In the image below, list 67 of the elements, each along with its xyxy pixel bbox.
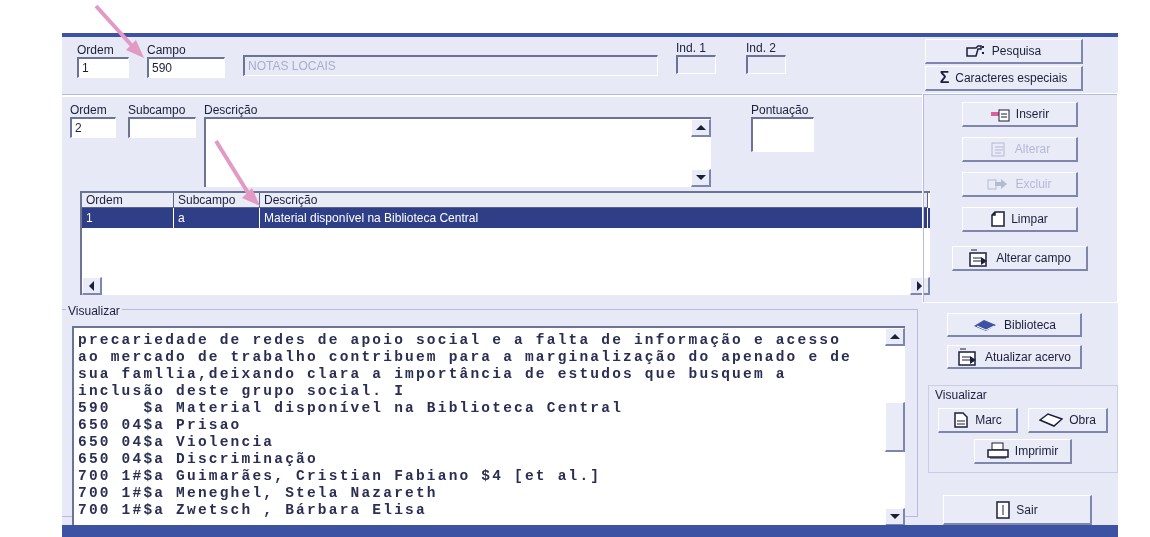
column-header[interactable]: Descrição (260, 193, 928, 208)
table-row[interactable]: 1 a Material disponível na Biblioteca Central (82, 208, 930, 228)
scroll-up-button[interactable] (691, 119, 711, 137)
field-label: Subcampo (128, 103, 187, 117)
toolbar-button[interactable]: Pesquisa (925, 39, 1083, 64)
text-line: 700 1#$a Zwetsch , Bárbara Elisa (78, 502, 428, 519)
door-icon (996, 500, 1011, 519)
scroll-up-button[interactable] (885, 328, 905, 346)
field-label: Ind. 1 (676, 41, 707, 55)
document-arrow-icon (989, 106, 1010, 122)
view-button[interactable]: Obra (1028, 408, 1108, 434)
action-button[interactable]: Atualizar acervo (947, 345, 1082, 370)
text-line: precariedade de redes de apoio social e a falta de informação e acesso (78, 332, 843, 349)
book-icon (972, 317, 998, 332)
field-label: Pontuação (751, 103, 810, 117)
text-line: 650 04$a Prisao (78, 417, 243, 434)
triangle-right-icon (917, 280, 922, 291)
text-field[interactable] (128, 117, 196, 138)
text-field[interactable]: 590 (147, 57, 225, 78)
description-textarea[interactable] (204, 117, 711, 187)
view-button[interactable]: Imprimir (974, 439, 1072, 465)
field-label: Ind. 2 (746, 41, 777, 55)
text-line: 700 1#$a Guimarães, Cristian Fabiano $4 [et al.] (78, 468, 603, 485)
text-line: inclusão deste grupo social. I (78, 383, 407, 400)
triangle-up-icon (889, 334, 900, 339)
text-line: ao mercado de trabalho contribuem para a marginalização do apenado e de (78, 349, 853, 366)
table-cell: 1 (82, 208, 174, 228)
edit-button[interactable]: Limpar (962, 207, 1078, 232)
column-header[interactable]: Ordem (82, 193, 174, 208)
exit-button[interactable]: Sair (943, 495, 1092, 525)
text-field[interactable]: 2 (70, 117, 116, 138)
triangle-left-icon (89, 280, 94, 291)
scroll-thumb[interactable] (885, 402, 905, 452)
text-field[interactable] (751, 117, 814, 152)
text-line: 590 $a Material disponível na Biblioteca Central (78, 400, 625, 417)
text-field[interactable]: 1 (77, 57, 129, 78)
edit-button[interactable]: Inserir (962, 102, 1078, 127)
column-header[interactable]: Subcampo (174, 193, 260, 208)
view-button[interactable]: Marc (938, 408, 1018, 434)
field-label: Campo (147, 43, 186, 57)
field-label: Ordem (70, 103, 108, 117)
field-label: Ordem (77, 43, 114, 57)
group-label: Visualizar (935, 388, 988, 403)
text-line: sua famllia,deixando clara a importância de estudos que busquem a (78, 366, 788, 383)
text-line: 650 04$a Discriminação (78, 451, 319, 468)
horizontal-scrollbar[interactable] (82, 277, 930, 295)
scroll-down-button[interactable] (691, 169, 711, 187)
edit-button[interactable]: Alterar campo (952, 246, 1088, 271)
document-stack-icon (956, 347, 979, 366)
scroll-left-button[interactable] (82, 277, 102, 295)
action-button[interactable]: Biblioteca (947, 313, 1082, 338)
printer-icon (986, 442, 1009, 461)
vertical-scrollbar[interactable] (885, 328, 905, 525)
triangle-down-icon (695, 175, 706, 180)
triangle-down-icon (889, 514, 900, 519)
blank-page-icon (991, 211, 1006, 227)
text-line: 650 04$a Violencia (78, 434, 276, 451)
sigma-icon: Σ (939, 70, 950, 86)
toolbar-button[interactable]: Σ Caracteres especiais (925, 66, 1083, 91)
scroll-down-button[interactable] (885, 508, 905, 525)
page-icon (953, 412, 970, 429)
field-label: Descrição (204, 103, 259, 117)
table-cell: a (174, 208, 260, 228)
triangle-up-icon (695, 125, 706, 130)
table-cell: Material disponível na Biblioteca Central (260, 208, 928, 228)
scroll-right-button[interactable] (910, 277, 930, 295)
text-line: 700 1#$a Meneghel, Stela Nazareth (78, 485, 439, 502)
